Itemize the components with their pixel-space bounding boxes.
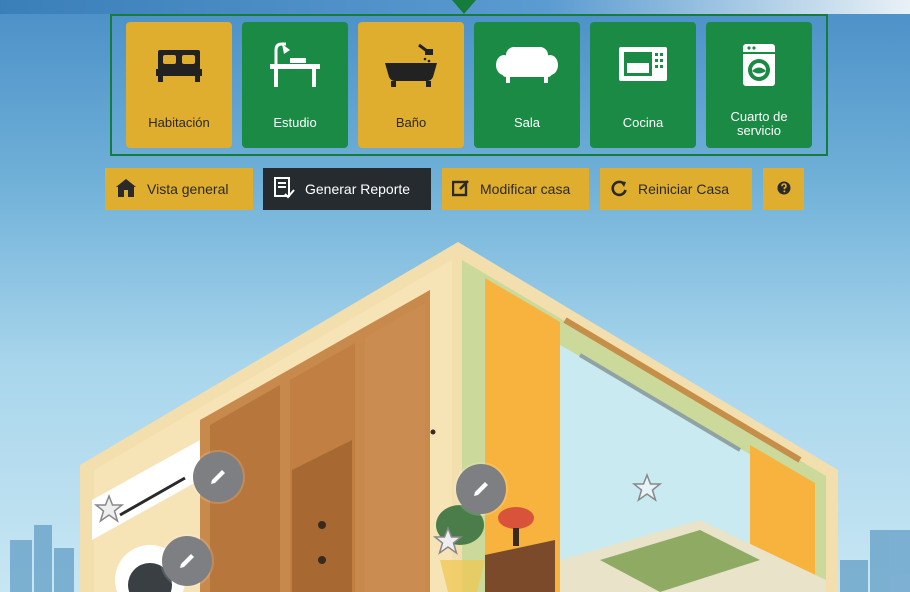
room-scene — [0, 210, 910, 592]
bed-icon — [154, 30, 204, 100]
room-tile-sala[interactable]: Sala — [474, 22, 580, 148]
room-label: Cuarto de servicio — [706, 110, 812, 138]
star-icon[interactable] — [432, 525, 464, 561]
edit-lamp-button[interactable] — [456, 464, 506, 514]
edit-icon — [451, 179, 470, 200]
sofa-icon — [496, 30, 558, 100]
overview-button[interactable]: Vista general — [105, 168, 253, 210]
room-label: Habitación — [148, 115, 210, 130]
washing-machine-icon — [739, 30, 779, 100]
edit-ac-button[interactable] — [193, 452, 243, 502]
star-icon[interactable] — [631, 472, 663, 508]
active-pointer-icon — [452, 0, 476, 14]
reset-house-button[interactable]: Reiniciar Casa — [600, 168, 752, 210]
report-label: Generar Reporte — [305, 181, 411, 197]
overview-label: Vista general — [147, 181, 229, 197]
room-selector: Habitación Estudio Baño Sala Cocina Cuar… — [110, 14, 828, 156]
room-tile-habitacion[interactable]: Habitación — [126, 22, 232, 148]
room-tile-cuarto-de-servicio[interactable]: Cuarto de servicio — [706, 22, 812, 148]
star-icon[interactable] — [93, 493, 125, 529]
generate-report-button[interactable]: Generar Reporte — [263, 168, 431, 210]
report-icon — [273, 176, 295, 203]
room-tile-cocina[interactable]: Cocina — [590, 22, 696, 148]
room-label-line2: servicio — [736, 123, 782, 138]
modify-house-button[interactable]: Modificar casa — [442, 168, 589, 210]
help-button[interactable] — [763, 168, 804, 210]
room-label: Sala — [513, 115, 541, 130]
desk-lamp-icon — [268, 30, 322, 100]
edit-washer-button[interactable] — [162, 536, 212, 586]
refresh-icon — [610, 179, 628, 200]
room-label: Estudio — [273, 115, 317, 130]
question-icon — [777, 181, 791, 198]
pencil-icon — [211, 470, 225, 484]
microwave-icon — [617, 30, 669, 100]
house-icon — [115, 178, 137, 201]
bathtub-icon — [383, 30, 439, 100]
room-label: Cocina — [622, 115, 664, 130]
room-tile-estudio[interactable]: Estudio — [242, 22, 348, 148]
room-label-line1: Cuarto de — [730, 109, 788, 124]
room-tile-bano[interactable]: Baño — [358, 22, 464, 148]
modify-label: Modificar casa — [480, 181, 571, 197]
pencil-icon — [474, 482, 488, 496]
room-label: Baño — [395, 115, 427, 130]
reset-label: Reiniciar Casa — [638, 181, 730, 197]
pencil-icon — [180, 554, 194, 568]
action-toolbar: Vista general Generar Reporte Modificar … — [0, 168, 910, 210]
